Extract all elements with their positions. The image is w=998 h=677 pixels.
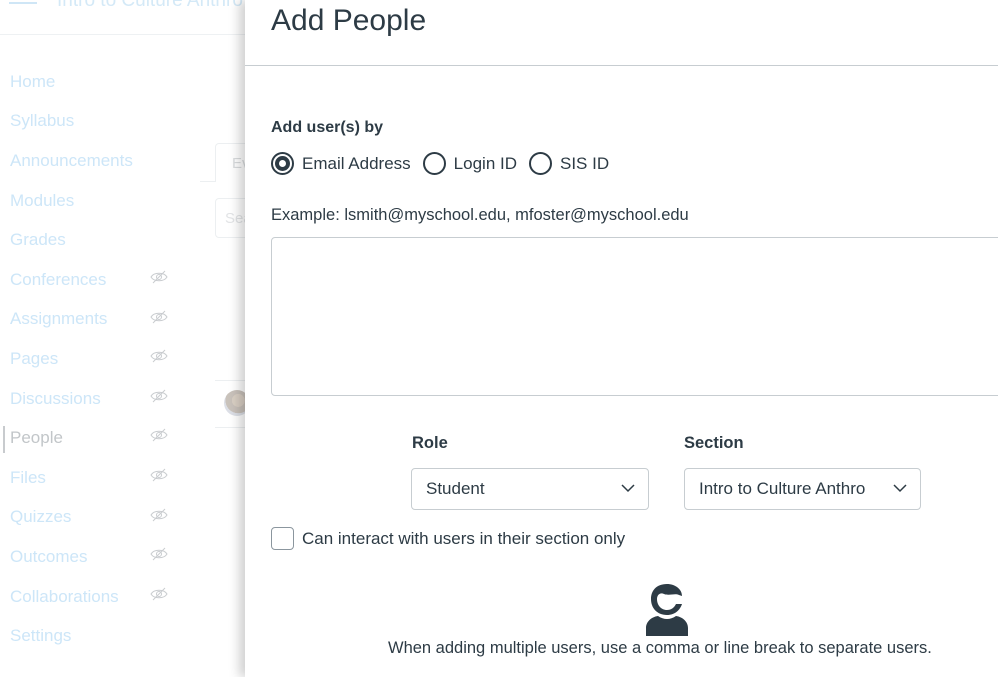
sidebar-item-label: People	[10, 428, 63, 448]
section-label: Section	[684, 434, 744, 452]
chevron-down-icon	[893, 484, 907, 493]
sidebar-item-grades[interactable]: Grades	[0, 220, 245, 260]
hidden-eye-icon	[150, 428, 168, 442]
sidebar-item-syllabus[interactable]: Syllabus	[0, 102, 245, 142]
hamburger-menu-icon[interactable]	[9, 0, 37, 4]
sidebar-item-modules[interactable]: Modules	[0, 181, 245, 221]
sidebar-item-label: Pages	[10, 348, 59, 368]
hidden-eye-icon	[150, 508, 168, 521]
role-label: Role	[412, 434, 448, 452]
radio-unchecked-icon[interactable]	[529, 152, 552, 175]
sidebar-item-label: Files	[10, 467, 46, 487]
sidebar-item-label: Home	[10, 71, 56, 91]
radio-label: SIS ID	[560, 153, 610, 173]
radio-unchecked-icon[interactable]	[422, 152, 446, 175]
sidebar-item-announcements[interactable]: Announcements	[0, 141, 245, 181]
sidebar-item-home[interactable]: Home	[0, 62, 245, 102]
users-input[interactable]	[271, 237, 998, 396]
sidebar-item-label: Settings	[10, 626, 72, 646]
add-by-radio-group: Email Address Login ID SIS ID	[271, 152, 621, 175]
sidebar-item-outcomes[interactable]: Outcomes	[0, 537, 245, 577]
modal-title: Add People	[271, 4, 427, 37]
section-select[interactable]: Intro to Culture Anthro	[684, 468, 921, 510]
chevron-down-icon	[621, 484, 635, 493]
radio-sis-id[interactable]: SIS ID	[529, 152, 609, 175]
sidebar-item-label: Collaborations	[10, 586, 119, 606]
sidebar-item-label: Syllabus	[10, 111, 75, 131]
sidebar-item-settings[interactable]: Settings	[0, 616, 245, 656]
sidebar-item-quizzes[interactable]: Quizzes	[0, 498, 245, 538]
hidden-eye-icon	[150, 587, 168, 601]
tab-divider	[200, 181, 216, 182]
course-title[interactable]: Intro to Culture Anthro	[57, 0, 243, 12]
course-nav: Home Syllabus Announcements Modules Grades Co…	[0, 62, 245, 656]
sidebar-item-label: Modules	[10, 190, 75, 210]
radio-label: Login ID	[453, 153, 517, 173]
sidebar-item-pages[interactable]: Pages	[0, 339, 245, 379]
sidebar-item-assignments[interactable]: Assignments	[0, 300, 245, 340]
sidebar-item-label: Discussions	[10, 388, 101, 408]
radio-label: Email Address	[302, 153, 411, 173]
example-text: Example: lsmith@myschool.edu, mfoster@my…	[271, 206, 689, 224]
radio-login-id[interactable]: Login ID	[422, 152, 517, 175]
add-by-label: Add user(s) by	[271, 119, 384, 136]
sidebar-item-label: Outcomes	[10, 546, 88, 566]
hidden-eye-icon	[150, 389, 168, 403]
sidebar-item-discussions[interactable]: Discussions	[0, 379, 245, 419]
hidden-eye-icon	[150, 349, 168, 363]
person-icon	[646, 584, 688, 636]
hint-text: When adding multiple users, use a comma …	[388, 639, 932, 657]
role-select[interactable]: Student	[411, 468, 649, 510]
role-selected-value: Student	[426, 479, 485, 498]
sidebar-item-collaborations[interactable]: Collaborations	[0, 577, 245, 617]
radio-checked-icon[interactable]	[271, 152, 294, 175]
section-only-label: Can interact with users in their section…	[302, 528, 626, 548]
sidebar-item-label: Announcements	[10, 150, 133, 170]
section-only-checkbox-row[interactable]: Can interact with users in their section…	[271, 527, 625, 550]
sidebar-item-label: Conferences	[10, 269, 107, 289]
radio-email-address[interactable]: Email Address	[271, 152, 411, 175]
sidebar-item-label: Assignments	[10, 309, 108, 329]
hidden-eye-icon	[150, 270, 168, 284]
course-header: Intro to Culture Anthro	[0, 0, 260, 35]
section-only-checkbox[interactable]	[271, 527, 294, 550]
section-selected-value: Intro to Culture Anthro	[699, 479, 866, 498]
modal-header: Add People	[245, 0, 998, 66]
hidden-eye-icon	[150, 310, 168, 323]
sidebar-item-conferences[interactable]: Conferences	[0, 260, 245, 300]
add-people-modal: Add People Add user(s) by Email Address …	[245, 0, 998, 677]
sidebar-item-files[interactable]: Files	[0, 458, 245, 498]
sidebar-item-label: Grades	[10, 230, 66, 250]
sidebar-item-people[interactable]: People	[0, 418, 245, 458]
hidden-eye-icon	[150, 468, 168, 482]
hidden-eye-icon	[150, 547, 168, 561]
sidebar-item-label: Quizzes	[10, 507, 72, 527]
